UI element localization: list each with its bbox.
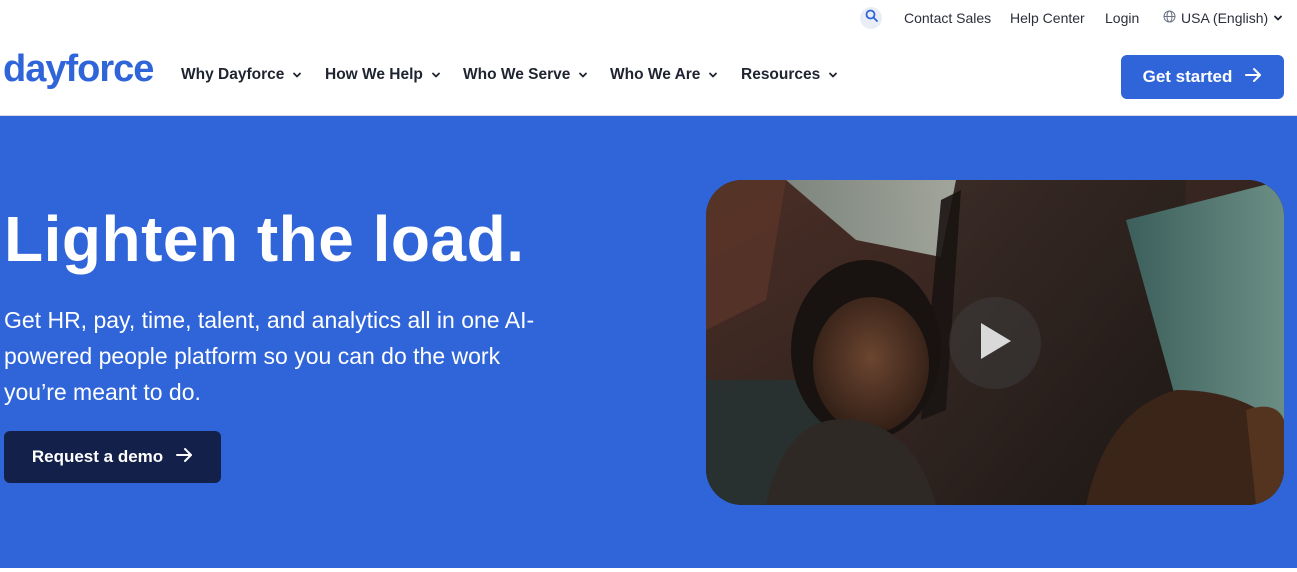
search-button[interactable] bbox=[860, 7, 882, 29]
nav-item-resources[interactable]: Resources bbox=[741, 66, 838, 84]
locale-label: USA (English) bbox=[1181, 10, 1269, 26]
locale-selector[interactable]: USA (English) bbox=[1163, 10, 1283, 26]
hero-bottom-divider bbox=[0, 568, 1297, 572]
hero-section: Lighten the load. Get HR, pay, time, tal… bbox=[0, 116, 1297, 568]
request-demo-label: Request a demo bbox=[31, 447, 164, 466]
hero-video[interactable] bbox=[706, 180, 1284, 505]
chevron-down-icon bbox=[1273, 13, 1283, 23]
chevron-down-icon bbox=[578, 70, 588, 80]
get-started-label: Get started bbox=[1142, 67, 1233, 86]
help-center-link[interactable]: Help Center bbox=[1010, 10, 1085, 26]
arrow-right-icon bbox=[175, 447, 193, 468]
nav-item-label: Who We Are bbox=[610, 66, 701, 83]
login-link[interactable]: Login bbox=[1105, 10, 1139, 26]
nav-item-who-we-serve[interactable]: Who We Serve bbox=[463, 66, 588, 84]
hero-subtitle: Get HR, pay, time, talent, and analytics… bbox=[4, 307, 535, 405]
chevron-down-icon bbox=[292, 70, 302, 80]
globe-icon bbox=[1163, 10, 1176, 26]
nav-item-why-dayforce[interactable]: Why Dayforce bbox=[181, 66, 302, 84]
dayforce-logo[interactable]: dayforce bbox=[3, 50, 154, 88]
utility-bar: Contact Sales Help Center Login USA (Eng… bbox=[0, 0, 1297, 36]
hero-title: Lighten the load. bbox=[4, 203, 525, 275]
nav-item-label: Who We Serve bbox=[463, 66, 571, 83]
nav-item-who-we-are[interactable]: Who We Are bbox=[610, 66, 718, 84]
nav-item-label: Resources bbox=[741, 66, 821, 83]
chevron-down-icon bbox=[431, 70, 441, 80]
arrow-right-icon bbox=[1244, 67, 1262, 88]
chevron-down-icon bbox=[708, 70, 718, 80]
play-icon bbox=[977, 321, 1013, 366]
request-demo-button[interactable]: Request a demo bbox=[4, 431, 221, 483]
nav-item-label: Why Dayforce bbox=[181, 66, 285, 83]
nav-item-how-we-help[interactable]: How We Help bbox=[325, 66, 441, 84]
search-icon bbox=[865, 9, 878, 27]
contact-sales-link[interactable]: Contact Sales bbox=[904, 10, 991, 26]
nav-item-label: How We Help bbox=[325, 66, 423, 83]
play-button[interactable] bbox=[949, 297, 1041, 389]
chevron-down-icon bbox=[828, 70, 838, 80]
main-navigation: dayforce Why Dayforce How We Help Who We… bbox=[0, 36, 1297, 116]
get-started-button[interactable]: Get started bbox=[1121, 55, 1284, 99]
